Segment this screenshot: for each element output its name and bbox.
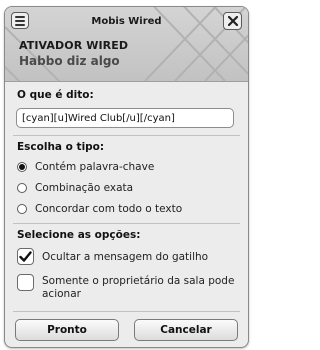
radio-exact-match[interactable]: Combinação exata [17, 181, 133, 195]
text-section-label: O que é dito: [17, 89, 94, 101]
radio-contains-keyword[interactable]: Contém palavra-chave [17, 160, 154, 174]
checkmark-icon [19, 251, 32, 262]
message-text-input[interactable]: [cyan][u]Wired Club[/u][/cyan] [16, 108, 234, 128]
radio-button[interactable] [17, 204, 27, 214]
radio-selected-dot [19, 164, 25, 170]
options-section-label: Selecione as opções: [17, 229, 141, 241]
divider [13, 311, 240, 312]
checkbox-owner-only-label: Somente o proprietário da sala pode acio… [42, 275, 235, 300]
ok-button[interactable]: Pronto [15, 319, 119, 341]
checkbox-hide-message-label: Ocultar a mensagem do gatilho [42, 251, 209, 263]
radio-button[interactable] [17, 162, 27, 172]
checkbox-owner-only[interactable] [17, 274, 34, 291]
dialog-header[interactable]: Mobis Wired ATIVADOR WIRED Habbo diz alg… [5, 7, 248, 82]
radio-label: Concordar com todo o texto [35, 203, 183, 215]
close-button[interactable] [223, 12, 242, 30]
cancel-button[interactable]: Cancelar [134, 319, 238, 341]
close-icon [227, 16, 238, 26]
wired-dialog: Mobis Wired ATIVADOR WIRED Habbo diz alg… [4, 6, 249, 348]
radio-label: Contém palavra-chave [35, 161, 155, 173]
divider [13, 135, 240, 136]
window-title: Mobis Wired [91, 16, 162, 27]
divider [13, 223, 240, 224]
type-section-label: Escolha o tipo: [17, 141, 105, 153]
radio-label: Combinação exata [35, 182, 134, 194]
radio-button[interactable] [17, 183, 27, 193]
trigger-subtitle: Habbo diz algo [19, 54, 120, 68]
checkbox-hide-message[interactable] [17, 248, 34, 265]
radio-full-text[interactable]: Concordar com todo o texto [17, 202, 182, 216]
trigger-title: ATIVADOR WIRED [19, 39, 129, 52]
